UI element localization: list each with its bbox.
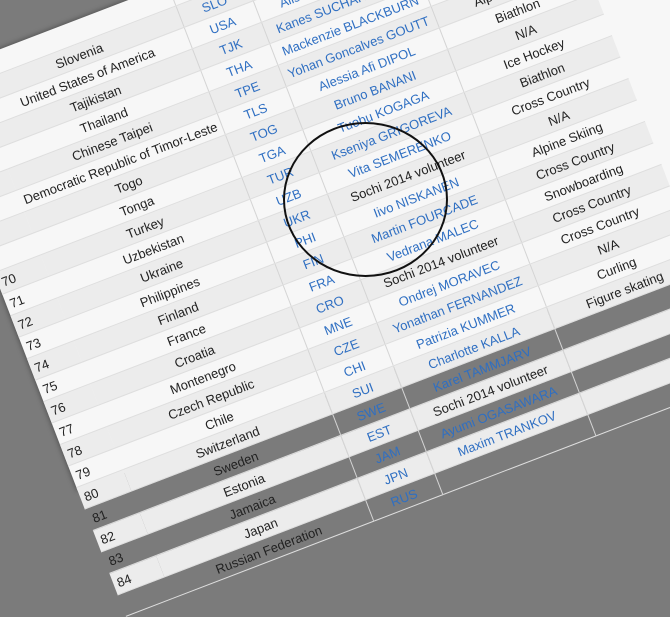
athlete-table: Zai KOSloveniaSLOJulie CHUShort TUnited … <box>0 0 670 617</box>
photographed-table-page: Zai KOSloveniaSLOJulie CHUShort TUnited … <box>0 0 670 617</box>
